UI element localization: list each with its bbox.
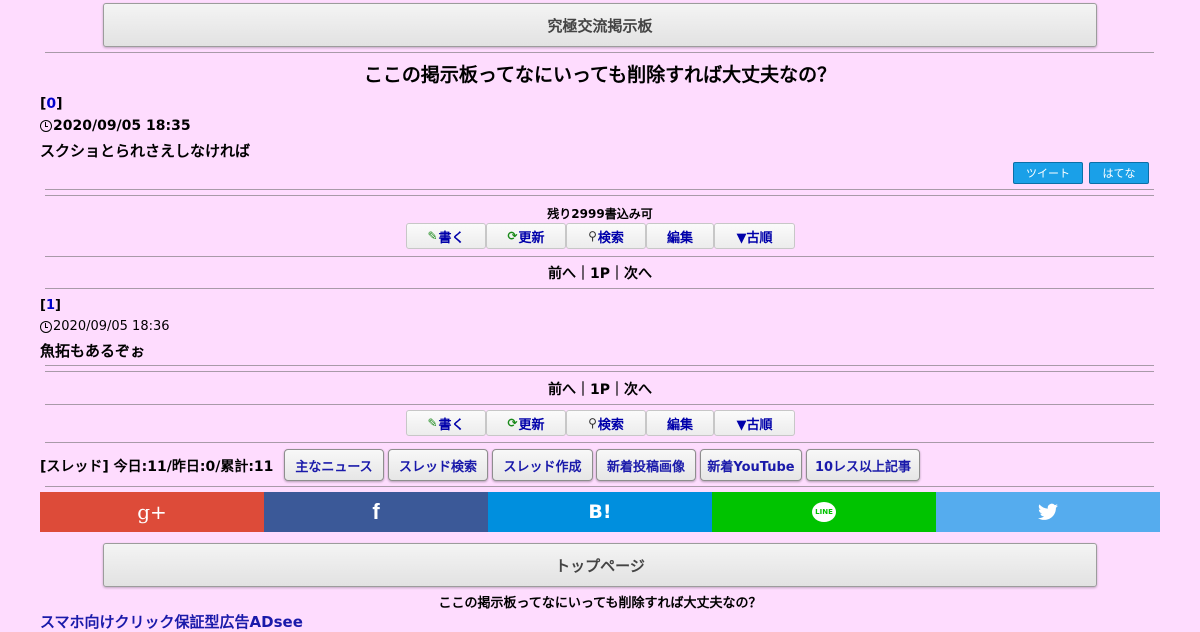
thread-stats: [スレッド] 今日:11/昨日:0/累計:11 [40, 459, 274, 475]
ad-link[interactable]: スマホ向けクリック保証型広告ADsee [40, 611, 303, 632]
divider [45, 442, 1154, 443]
remaining-count: 残り2999書込み可 [547, 207, 653, 221]
search-button[interactable]: ⚲ 検索 [566, 223, 646, 249]
nav-10-res-articles[interactable]: 10レス以上記事 [806, 449, 920, 481]
top-page-label: トップページ [555, 556, 645, 575]
write-button[interactable]: ✎ 書く [406, 223, 486, 249]
next-link[interactable]: 次へ [624, 266, 652, 282]
pencil-icon: ✎ [427, 229, 438, 243]
pager: 前へ｜1P｜次へ [547, 266, 652, 282]
divider [45, 365, 1154, 366]
line-share-button[interactable]: LINE [712, 492, 936, 532]
post-number-link[interactable]: 0 [46, 96, 56, 112]
thread-toolbar: ✎ 書く ⟳ 更新 ⚲ 検索 編集 ▼古順 [406, 410, 795, 436]
prev-link[interactable]: 前へ [548, 266, 576, 282]
order-button[interactable]: ▼古順 [714, 223, 795, 249]
refresh-icon: ⟳ [507, 416, 518, 430]
divider [45, 189, 1154, 190]
hatena-button[interactable]: はてな [1089, 162, 1149, 184]
prev-link[interactable]: 前へ [548, 382, 576, 398]
divider [45, 195, 1154, 196]
order-button[interactable]: ▼古順 [714, 410, 795, 436]
post-number: [0] [40, 96, 63, 112]
post-date: 2020/09/05 18:36 [40, 319, 170, 334]
edit-button[interactable]: 編集 [646, 223, 714, 249]
top-page-button[interactable]: トップページ [103, 543, 1097, 587]
twitter-share-button[interactable] [936, 492, 1160, 532]
footer-thread-title: ここの掲示板ってなにいっても削除すれば大丈夫なの？ [438, 596, 762, 611]
board-home-button[interactable]: 究極交流掲示板 [103, 3, 1097, 47]
post-date: 2020/09/05 18:35 [40, 118, 191, 134]
search-icon: ⚲ [588, 229, 597, 243]
page-indicator: 1P [589, 382, 610, 398]
divider [45, 52, 1154, 53]
refresh-button[interactable]: ⟳ 更新 [486, 223, 566, 249]
post-body: スクショとられさえしなければ [40, 142, 251, 160]
facebook-icon: f [372, 499, 380, 524]
line-icon: LINE [812, 502, 836, 522]
twitter-icon [1038, 503, 1058, 520]
search-button[interactable]: ⚲ 検索 [566, 410, 646, 436]
edit-button[interactable]: 編集 [646, 410, 714, 436]
post-number-link[interactable]: 1 [46, 298, 55, 313]
pager: 前へ｜1P｜次へ [547, 382, 652, 398]
refresh-icon: ⟳ [507, 229, 518, 243]
divider [45, 371, 1154, 372]
nav-thread-search[interactable]: スレッド検索 [388, 449, 488, 481]
next-link[interactable]: 次へ [624, 382, 652, 398]
hatena-bookmark-icon: B! [588, 501, 612, 523]
clock-icon [40, 320, 52, 333]
divider [45, 404, 1154, 405]
divider [45, 288, 1154, 289]
nav-main-news[interactable]: 主なニュース [284, 449, 384, 481]
nav-new-youtube[interactable]: 新着YouTube [700, 449, 802, 481]
nav-thread-create[interactable]: スレッド作成 [492, 449, 593, 481]
facebook-share-button[interactable]: f [264, 492, 488, 532]
refresh-button[interactable]: ⟳ 更新 [486, 410, 566, 436]
post-number: [1] [40, 298, 61, 313]
post-body: 魚拓もあるぞぉ [40, 342, 146, 360]
divider [45, 486, 1154, 487]
gplus-icon: g+ [137, 500, 167, 524]
write-button[interactable]: ✎ 書く [406, 410, 486, 436]
thread-toolbar: ✎ 書く ⟳ 更新 ⚲ 検索 編集 ▼古順 [406, 223, 795, 249]
gplus-share-button[interactable]: g+ [40, 492, 264, 532]
clock-icon [40, 120, 52, 132]
divider [45, 256, 1154, 257]
page-indicator: 1P [589, 266, 610, 282]
thread-title: ここの掲示板ってなにいっても削除すれば大丈夫なの？ [363, 64, 837, 86]
board-home-label: 究極交流掲示板 [547, 16, 653, 35]
pencil-icon: ✎ [427, 416, 438, 430]
tweet-button[interactable]: ツイート [1013, 162, 1083, 184]
search-icon: ⚲ [588, 416, 597, 430]
hatena-share-button[interactable]: B! [488, 492, 712, 532]
nav-new-images[interactable]: 新着投稿画像 [596, 449, 696, 481]
